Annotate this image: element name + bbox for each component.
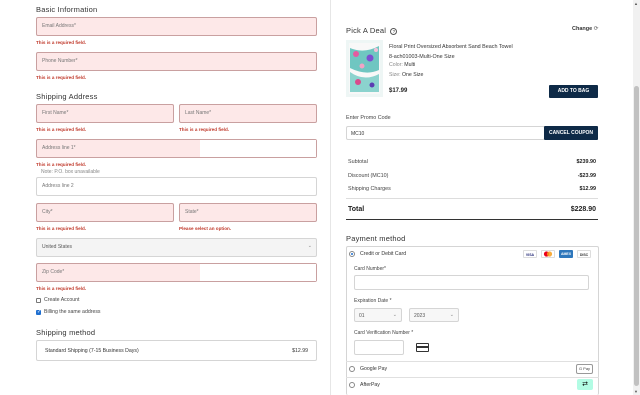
zip-code-placeholder: Zip Code* (42, 269, 65, 275)
shipping-option-price: $12.99 (292, 348, 308, 354)
basic-info-heading: Basic Information (36, 5, 98, 14)
google-pay-icon: G Pay (576, 364, 593, 374)
promo-code-input[interactable]: MC10 (346, 126, 545, 140)
credit-card-option-label[interactable]: Credit or Debit Card (360, 251, 406, 257)
payment-divider-1 (346, 361, 599, 362)
total-divider (346, 219, 598, 220)
google-pay-radio[interactable] (349, 366, 355, 372)
billing-same-label: Billing the same address (44, 309, 101, 315)
scrollbar-thumb[interactable] (634, 86, 639, 386)
expiry-year-select[interactable]: 2023 ⌄ (409, 308, 459, 322)
mastercard-icon (541, 250, 555, 258)
afterpay-icon: ⇄ (577, 379, 593, 390)
last-name-field[interactable]: Last Name* (179, 104, 317, 123)
address-line2-placeholder: Address line 2 (42, 183, 74, 189)
card-number-label: Card Number* (354, 266, 386, 272)
create-account-checkbox[interactable] (36, 298, 41, 303)
product-color: Color: Multi (389, 62, 416, 68)
create-account-label: Create Account (44, 297, 80, 303)
expiry-month-select[interactable]: 01 ⌄ (354, 308, 402, 322)
state-error: Please select an option. (179, 226, 232, 231)
help-icon[interactable]: ? (390, 28, 398, 35)
shipping-charges-value: $12.99 (579, 186, 597, 192)
state-placeholder: State* (185, 209, 199, 215)
product-size: Size: One Size (389, 72, 424, 78)
scroll-up-arrow[interactable]: ▲ (634, 1, 638, 6)
promo-label: Enter Promo Code (346, 115, 391, 121)
cvv-label: Card Verification Number * (354, 330, 414, 336)
refresh-icon: ⟳ (593, 26, 599, 32)
subtotal-label: Subtotal (348, 159, 368, 165)
cancel-coupon-button[interactable]: CANCEL COUPON (544, 126, 598, 140)
city-placeholder: City* (42, 209, 53, 215)
zip-code-field[interactable]: Zip Code* (36, 263, 317, 282)
promo-code-value: MC10 (351, 131, 365, 137)
expiry-year-value: 2023 (414, 313, 426, 319)
shipping-address-heading: Shipping Address (36, 92, 98, 101)
add-to-bag-button[interactable]: ADD TO BAG (549, 85, 598, 98)
change-deal-link[interactable]: Change ⟳ (572, 26, 598, 32)
first-name-error: This is a required field. (36, 127, 87, 132)
shipping-option[interactable]: Standard Shipping (7-15 Business Days) $… (36, 340, 317, 361)
state-select[interactable]: State* (179, 203, 317, 222)
column-divider (330, 0, 331, 395)
phone-placeholder: Phone Number* (42, 58, 78, 64)
summary-divider (346, 198, 598, 199)
chevron-down-icon: ⌄ (449, 312, 454, 318)
chevron-down-icon: ⌄ (392, 312, 397, 318)
credit-card-radio[interactable] (349, 251, 355, 257)
amex-icon: AMEX (559, 250, 573, 258)
zip-code-error: This is a required field. (36, 286, 87, 291)
email-placeholder: Email Address* (42, 23, 76, 29)
product-image[interactable] (346, 40, 383, 97)
discount-label: Discount (MC10) (348, 173, 389, 179)
address-line1-field[interactable]: Address line 1* (36, 139, 317, 158)
card-number-input[interactable] (354, 275, 589, 290)
first-name-placeholder: First Name* (42, 110, 69, 116)
payment-method-heading: Payment method (346, 234, 406, 243)
shipping-charges-label: Shipping Charges (348, 186, 391, 192)
city-error: This is a required field. (36, 226, 87, 231)
email-error: This is a required field. (36, 40, 87, 45)
discount-value: -$23.99 (577, 173, 596, 179)
product-price: $17.99 (389, 88, 408, 94)
afterpay-label[interactable]: AfterPay (360, 382, 380, 388)
product-title[interactable]: Floral Print Oversized Absorbent Sand Be… (389, 42, 513, 62)
subtotal-value: $239.90 (576, 159, 597, 165)
total-label: Total (348, 206, 365, 213)
last-name-error: This is a required field. (179, 127, 230, 132)
total-value: $228.90 (570, 206, 596, 213)
phone-field[interactable]: Phone Number* (36, 52, 317, 71)
page-scrollbar[interactable]: ▲ ▼ (633, 0, 640, 395)
country-value: United States (42, 244, 73, 250)
last-name-placeholder: Last Name* (185, 110, 212, 116)
email-field[interactable]: Email Address* (36, 17, 317, 36)
afterpay-radio[interactable] (349, 382, 355, 388)
chevron-down-icon: ⌄ (307, 243, 312, 249)
billing-same-checkbox[interactable] (36, 309, 41, 315)
shipping-method-heading: Shipping method (36, 328, 96, 337)
cvv-input[interactable] (354, 340, 404, 355)
expiry-month-value: 01 (359, 313, 365, 319)
discover-icon: DISC (577, 250, 591, 258)
google-pay-label[interactable]: Google Pay (360, 366, 387, 372)
address-line1-error: This is a required field. (36, 162, 87, 167)
pick-deal-heading: Pick A Deal ? (346, 26, 398, 35)
po-box-note: Note: P.O. box unavailable (41, 169, 100, 175)
visa-icon: VISA (523, 250, 537, 258)
payment-divider-2 (346, 377, 599, 378)
phone-error: This is a required field. (36, 75, 87, 80)
address-line1-placeholder: Address line 1* (42, 145, 76, 151)
city-field[interactable]: City* (36, 203, 174, 222)
scroll-down-arrow[interactable]: ▼ (634, 389, 638, 394)
expiry-label: Expiration Date * (354, 298, 392, 304)
first-name-field[interactable]: First Name* (36, 104, 174, 123)
country-select[interactable]: United States ⌄ (36, 238, 317, 257)
shipping-option-label: Standard Shipping (7-15 Business Days) (45, 348, 139, 354)
card-back-icon (416, 343, 429, 352)
address-line2-field[interactable]: Address line 2 (36, 177, 317, 196)
